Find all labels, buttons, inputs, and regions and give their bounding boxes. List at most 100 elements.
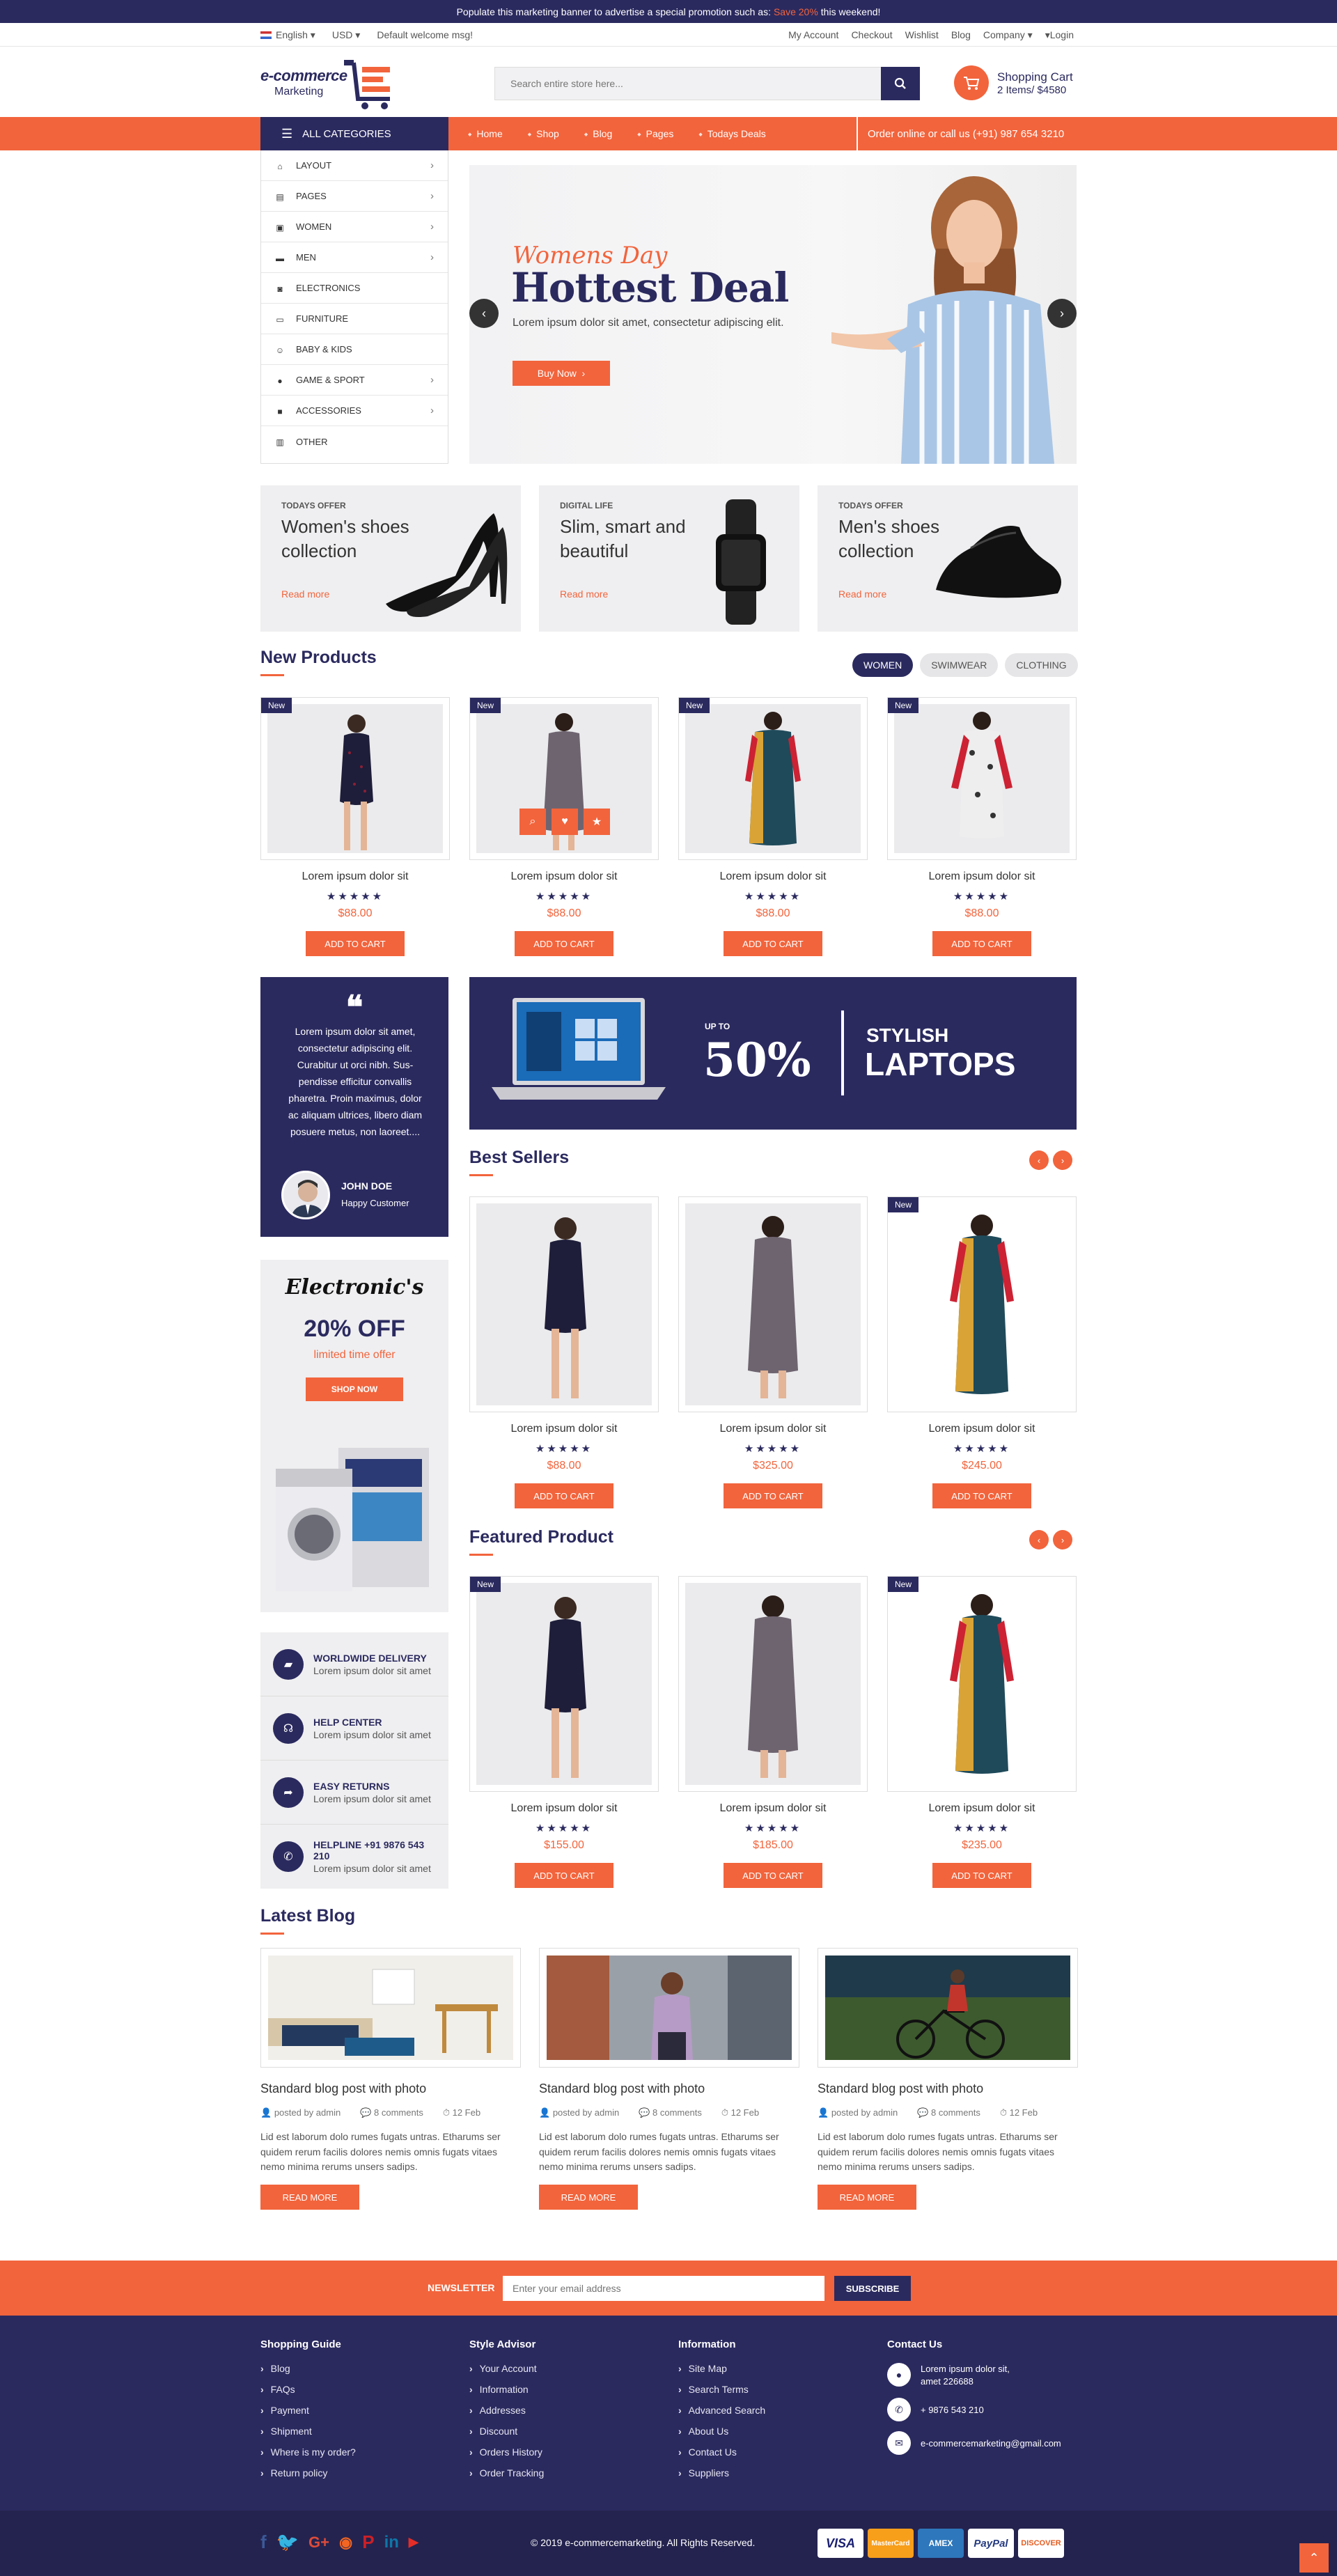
read-more-button[interactable]: READ MORE [539, 2185, 638, 2210]
shopping-cart[interactable]: Shopping Cart 2 Items/ $4580 [954, 63, 1079, 103]
category-pages[interactable]: ▤ PAGES › [261, 181, 448, 212]
currency-select[interactable]: USD ▾ [332, 29, 360, 41]
product-name[interactable]: Lorem ipsum dolor sit [887, 1423, 1077, 1435]
footer-link[interactable]: FAQs [260, 2384, 356, 2395]
checkout-link[interactable]: Checkout [851, 29, 892, 40]
company-link[interactable]: Company ▾ [983, 29, 1033, 41]
product-name[interactable]: Lorem ipsum dolor sit [260, 871, 450, 883]
product-card[interactable]: New Lorem ipsum dolor sit ★★★★★ $88.00 A… [887, 697, 1077, 956]
product-name[interactable]: Lorem ipsum dolor sit [678, 1423, 868, 1435]
footer-link[interactable]: Discount [469, 2426, 544, 2437]
category-baby-kids[interactable]: ☺ BABY & KIDS [261, 334, 448, 365]
contact-email[interactable]: e-commercemarketing@gmail.com [921, 2438, 1061, 2449]
product-name[interactable]: Lorem ipsum dolor sit [678, 871, 868, 883]
category-men[interactable]: ▬ MEN › [261, 242, 448, 273]
product-name[interactable]: Lorem ipsum dolor sit [678, 1802, 868, 1815]
product-card[interactable]: New Lorem ipsum dolor sit ★★★★★ $245.00 … [887, 1196, 1077, 1508]
add-to-cart-button[interactable]: ADD TO CART [724, 931, 822, 956]
prev-arrow-icon[interactable]: ‹ [1029, 1530, 1049, 1549]
electronics-promo[interactable]: Electronic's 20% OFF limited time offer … [260, 1260, 448, 1612]
read-more-link[interactable]: Read more [281, 588, 329, 600]
category-layout[interactable]: ⌂ LAYOUT › [261, 150, 448, 181]
filter-swimwear[interactable]: SWIMWEAR [920, 653, 999, 677]
product-card[interactable]: New Lorem ipsum dolor sit ★★★★★ $155.00 … [469, 1576, 659, 1888]
blog-image[interactable] [825, 1956, 1070, 2060]
hero-prev-arrow[interactable]: ‹ [469, 299, 499, 328]
next-arrow-icon[interactable]: › [1053, 1530, 1072, 1549]
product-card[interactable]: New Lorem ipsum dolor sit ★★★★★ $88.00 A… [260, 697, 450, 956]
footer-link[interactable]: Return policy [260, 2467, 356, 2479]
add-to-cart-button[interactable]: ADD TO CART [932, 1483, 1031, 1508]
search-button[interactable] [881, 67, 920, 100]
google-plus-icon[interactable]: G+ [308, 2534, 329, 2552]
product-name[interactable]: Lorem ipsum dolor sit [887, 871, 1077, 883]
prev-arrow-icon[interactable]: ‹ [1029, 1150, 1049, 1170]
blog-title[interactable]: Standard blog post with photo [539, 2082, 799, 2096]
footer-link[interactable]: Payment [260, 2405, 356, 2416]
nav-shop[interactable]: Shop [528, 128, 559, 139]
footer-link[interactable]: Order Tracking [469, 2467, 545, 2479]
shop-now-button[interactable]: SHOP NOW [306, 1377, 403, 1401]
all-categories-button[interactable]: ☰ ALL CATEGORIES [260, 117, 448, 150]
blog-image[interactable] [268, 1956, 513, 2060]
product-card[interactable]: Lorem ipsum dolor sit ★★★★★ $325.00 ADD … [678, 1196, 868, 1508]
product-name[interactable]: Lorem ipsum dolor sit [469, 1423, 659, 1435]
rss-icon[interactable]: ◉ [339, 2534, 352, 2552]
category-women[interactable]: ▣ WOMEN › [261, 212, 448, 242]
blog-link[interactable]: Blog [951, 29, 971, 40]
newsletter-email-input[interactable] [503, 2276, 824, 2301]
nav-home[interactable]: Home [468, 128, 502, 139]
category-game-sport[interactable]: ● GAME & SPORT › [261, 365, 448, 396]
footer-link[interactable]: About Us [678, 2426, 765, 2437]
promo-smartwatch[interactable]: DIGITAL LIFE Slim, smart and beautiful R… [539, 485, 799, 632]
language-select[interactable]: English ▾ [260, 29, 315, 41]
add-to-cart-button[interactable]: ADD TO CART [515, 1863, 613, 1888]
youtube-icon[interactable]: ▶ [409, 2535, 419, 2550]
footer-link[interactable]: Addresses [469, 2405, 544, 2416]
blog-title[interactable]: Standard blog post with photo [818, 2082, 1078, 2096]
login-link[interactable]: ▾Login [1045, 29, 1074, 41]
add-to-cart-button[interactable]: ADD TO CART [306, 931, 405, 956]
read-more-link[interactable]: Read more [560, 588, 608, 600]
product-card[interactable]: New Lorem ipsum dolor sit ★★★★★ $235.00 … [887, 1576, 1077, 1888]
product-card[interactable]: New Lorem ipsum dolor sit ★★★★★ $88.00 A… [678, 697, 868, 956]
product-name[interactable]: Lorem ipsum dolor sit [887, 1802, 1077, 1815]
footer-link[interactable]: Suppliers [678, 2467, 765, 2479]
nav-blog[interactable]: Blog [584, 128, 612, 139]
hero-next-arrow[interactable]: › [1047, 299, 1077, 328]
add-to-cart-button[interactable]: ADD TO CART [724, 1863, 822, 1888]
footer-link[interactable]: Contact Us [678, 2446, 765, 2458]
promo-mens-shoes[interactable]: TODAYS OFFER Men's shoes collection Read… [818, 485, 1078, 632]
promo-womens-shoes[interactable]: TODAYS OFFER Women's shoes collection Re… [260, 485, 521, 632]
category-accessories[interactable]: ■ ACCESSORIES › [261, 396, 448, 426]
filter-clothing[interactable]: CLOTHING [1005, 653, 1078, 677]
pinterest-icon[interactable]: P [362, 2531, 374, 2553]
add-to-cart-button[interactable]: ADD TO CART [932, 1863, 1031, 1888]
blog-title[interactable]: Standard blog post with photo [260, 2082, 521, 2096]
add-to-cart-button[interactable]: ADD TO CART [515, 931, 613, 956]
read-more-button[interactable]: READ MORE [818, 2185, 916, 2210]
category-furniture[interactable]: ▭ FURNITURE [261, 304, 448, 334]
nav-todays-deals[interactable]: Todays Deals [698, 128, 766, 139]
filter-women[interactable]: WOMEN [852, 653, 914, 677]
footer-link[interactable]: Information [469, 2384, 544, 2395]
read-more-button[interactable]: READ MORE [260, 2185, 359, 2210]
footer-link[interactable]: Search Terms [678, 2384, 765, 2395]
star-icon[interactable]: ★ [584, 809, 610, 835]
footer-link[interactable]: Advanced Search [678, 2405, 766, 2416]
footer-link[interactable]: Your Account [469, 2363, 544, 2374]
add-to-cart-button[interactable]: ADD TO CART [932, 931, 1031, 956]
next-arrow-icon[interactable]: › [1053, 1150, 1072, 1170]
footer-link[interactable]: Where is my order? [260, 2446, 356, 2458]
nav-pages[interactable]: Pages [637, 128, 674, 139]
product-card[interactable]: New ⌕ ♥ ★ Lorem ipsum dolor sit ★★★★★ $8… [469, 697, 659, 956]
footer-link[interactable]: Blog [260, 2363, 356, 2374]
site-logo[interactable]: e-commerce Marketing [260, 57, 403, 109]
zoom-icon[interactable]: ⌕ [519, 809, 546, 835]
wishlist-link[interactable]: Wishlist [905, 29, 939, 40]
add-to-cart-button[interactable]: ADD TO CART [515, 1483, 613, 1508]
subscribe-button[interactable]: SUBSCRIBE [834, 2276, 911, 2301]
facebook-icon[interactable]: f [260, 2531, 267, 2553]
my-account-link[interactable]: My Account [788, 29, 838, 40]
product-card[interactable]: Lorem ipsum dolor sit ★★★★★ $88.00 ADD T… [469, 1196, 659, 1508]
